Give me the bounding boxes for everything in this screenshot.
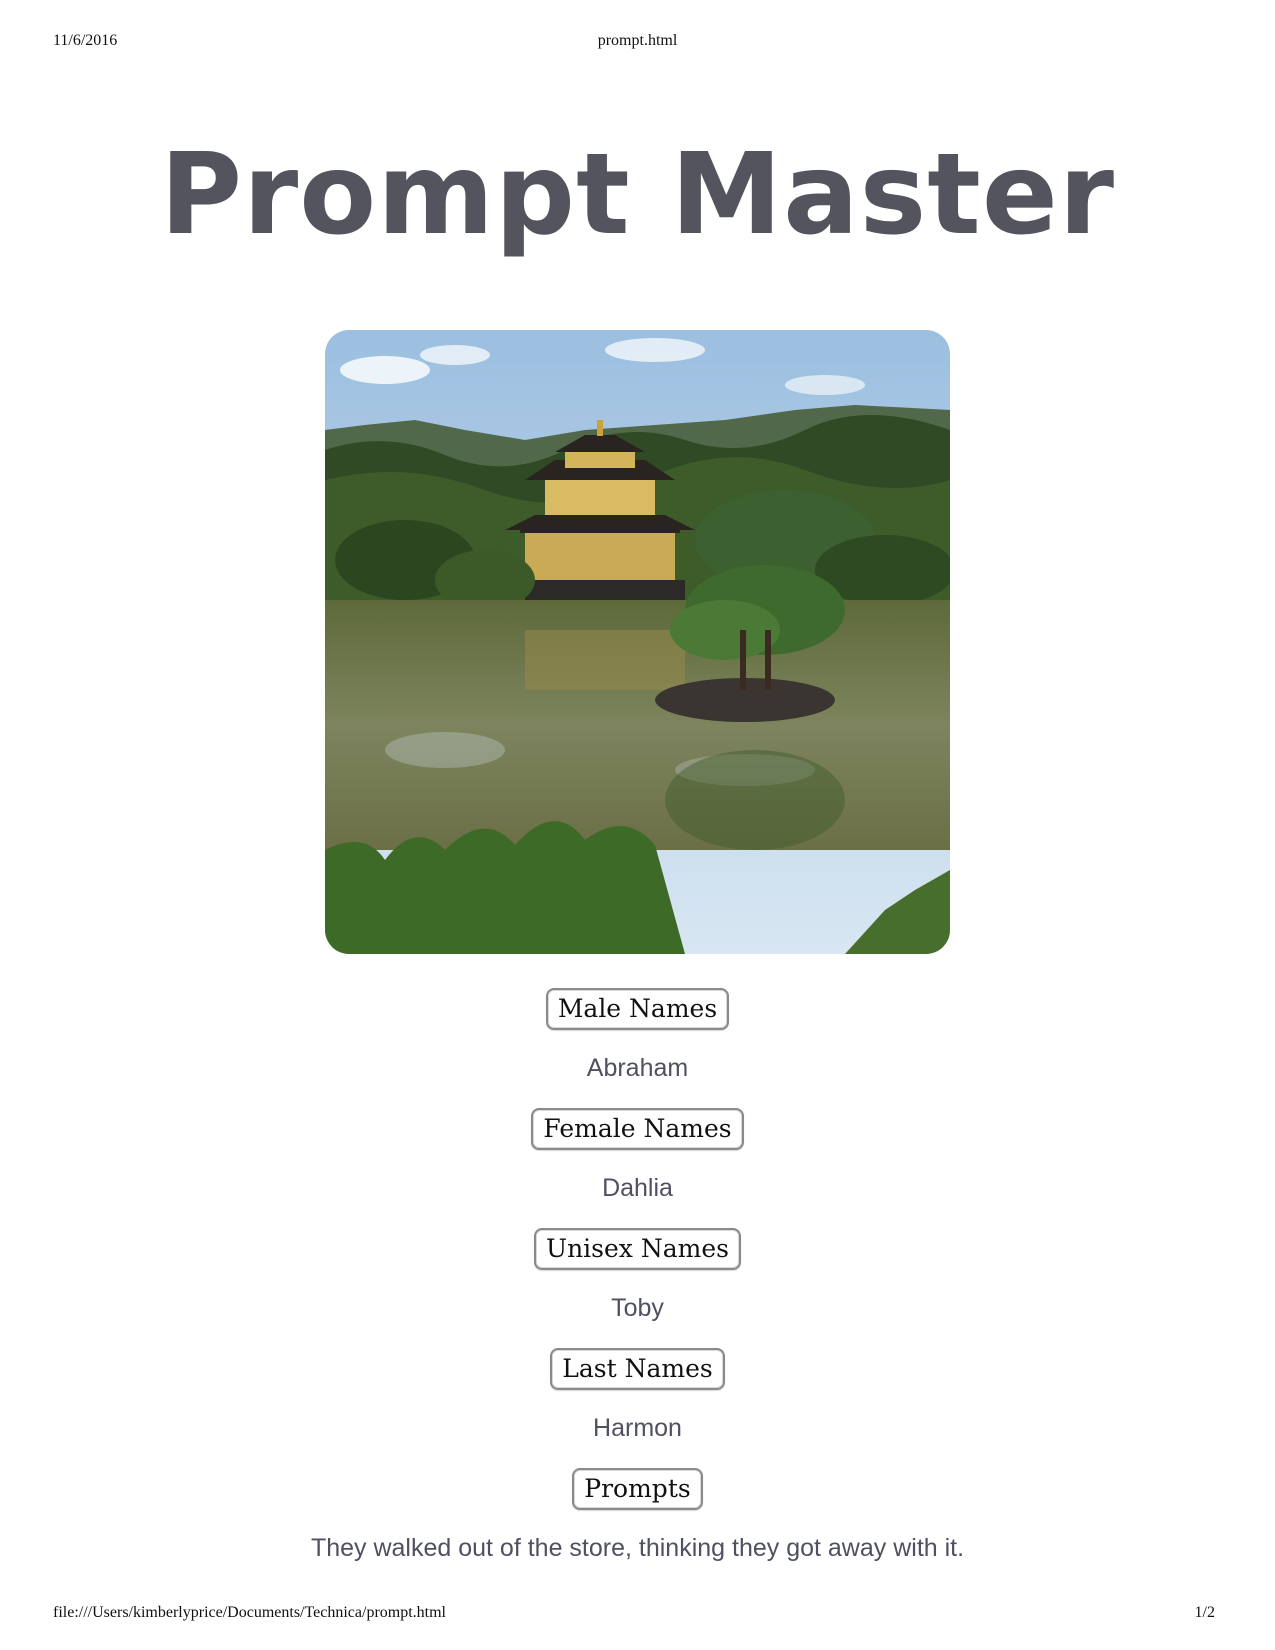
male-names-button[interactable]: Male Names	[545, 988, 730, 1030]
last-name-result: Harmon	[593, 1414, 682, 1442]
unisex-names-row: Unisex Names	[0, 1228, 1275, 1270]
female-name-result-row: Dahlia	[0, 1174, 1275, 1203]
female-name-result: Dahlia	[602, 1174, 673, 1202]
print-header: 11/6/2016 prompt.html	[0, 32, 1275, 52]
print-footer: file:///Users/kimberlyprice/Documents/Te…	[0, 1604, 1275, 1624]
unisex-name-result: Toby	[611, 1294, 664, 1322]
prompt-result-row: They walked out of the store, thinking t…	[0, 1534, 1275, 1563]
last-names-button[interactable]: Last Names	[550, 1348, 725, 1390]
prompts-button[interactable]: Prompts	[572, 1468, 703, 1510]
print-page-title: prompt.html	[597, 32, 678, 49]
male-name-result-row: Abraham	[0, 1054, 1275, 1083]
female-names-row: Female Names	[0, 1108, 1275, 1150]
female-names-button[interactable]: Female Names	[531, 1108, 744, 1150]
prompt-result: They walked out of the store, thinking t…	[310, 1534, 965, 1562]
unisex-names-button[interactable]: Unisex Names	[534, 1228, 741, 1270]
page-title: Prompt Master	[159, 130, 1116, 260]
prompts-row: Prompts	[0, 1468, 1275, 1510]
temple-landscape-photo-icon	[325, 330, 950, 954]
unisex-name-result-row: Toby	[0, 1294, 1275, 1323]
print-page-number: 1/2	[1194, 1604, 1215, 1621]
print-url: file:///Users/kimberlyprice/Documents/Te…	[53, 1604, 446, 1621]
male-name-result: Abraham	[586, 1054, 689, 1082]
temple-photo	[325, 330, 950, 954]
male-names-row: Male Names	[0, 988, 1275, 1030]
last-name-result-row: Harmon	[0, 1414, 1275, 1443]
last-names-row: Last Names	[0, 1348, 1275, 1390]
